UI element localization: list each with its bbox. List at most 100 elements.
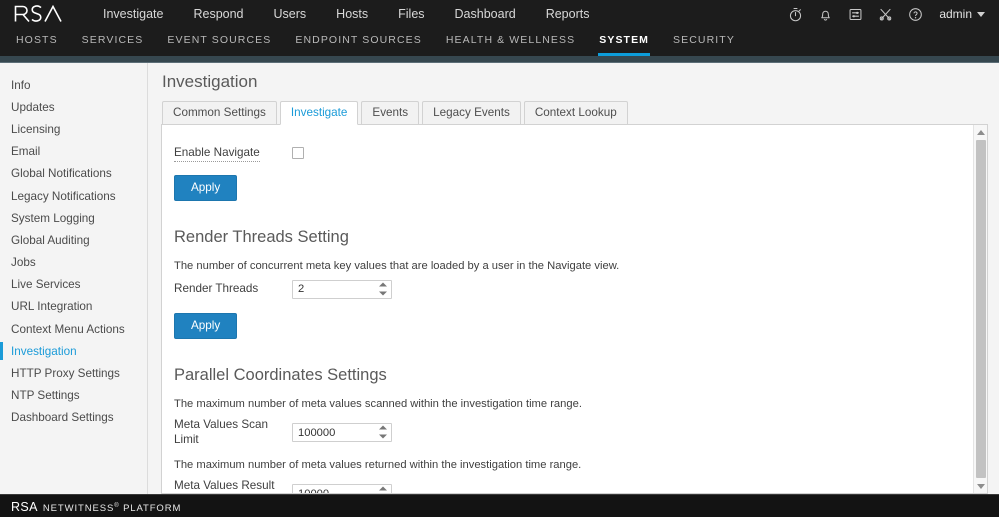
result-limit-stepper[interactable] bbox=[292, 484, 392, 494]
sidebar-item-legacy-notifications[interactable]: Legacy Notifications bbox=[0, 185, 147, 207]
page-title: Investigation bbox=[162, 72, 258, 91]
subnav-item-event-sources[interactable]: EVENT SOURCES bbox=[155, 28, 283, 56]
header-actions: admin bbox=[787, 6, 989, 22]
subnav-item-endpoint-sources[interactable]: ENDPOINT SOURCES bbox=[283, 28, 434, 56]
top-header-bar: Investigate Respond Users Hosts Files Da… bbox=[0, 0, 999, 28]
stopwatch-icon[interactable] bbox=[787, 6, 803, 22]
chevron-up-icon[interactable] bbox=[378, 282, 387, 286]
tasks-icon[interactable] bbox=[847, 6, 863, 22]
app-body: Info Updates Licensing Email Global Noti… bbox=[0, 63, 999, 494]
scan-limit-row: Meta Values Scan Limit bbox=[174, 417, 953, 447]
render-threads-apply-row: Apply bbox=[174, 313, 953, 339]
chevron-up-icon[interactable] bbox=[378, 486, 387, 491]
apply-render-threads-button[interactable]: Apply bbox=[174, 313, 238, 339]
sidebar-item-global-auditing[interactable]: Global Auditing bbox=[0, 229, 147, 251]
render-threads-label: Render Threads bbox=[174, 282, 259, 295]
scan-limit-stepper[interactable] bbox=[292, 423, 392, 442]
apply-navigate-button[interactable]: Apply bbox=[174, 175, 238, 201]
enable-navigate-label-wrap: Enable Navigate bbox=[174, 143, 292, 162]
subnav-item-security[interactable]: SECURITY bbox=[661, 28, 747, 56]
scissors-icon[interactable] bbox=[877, 6, 893, 22]
render-threads-heading: Render Threads Setting bbox=[174, 228, 349, 246]
enable-navigate-checkbox[interactable] bbox=[292, 146, 304, 159]
triangle-down-icon bbox=[976, 483, 985, 489]
result-limit-spin-arrows[interactable] bbox=[378, 486, 387, 494]
footer-product-suffix: PLATFORM bbox=[123, 503, 182, 514]
result-limit-input[interactable] bbox=[292, 484, 392, 493]
settings-form: Enable Navigate Apply Render Threads Set… bbox=[162, 125, 973, 493]
result-limit-label: Meta Values Result Limit bbox=[174, 479, 275, 492]
sidebar-item-url-integration[interactable]: URL Integration bbox=[0, 296, 147, 318]
scan-limit-description: The maximum number of meta values scanne… bbox=[174, 398, 582, 410]
panel-scrollbar[interactable] bbox=[973, 125, 987, 493]
tab-legacy-events[interactable]: Legacy Events bbox=[422, 101, 521, 125]
footer-product-name: NETWITNESS bbox=[42, 503, 115, 514]
render-threads-description: The number of concurrent meta key values… bbox=[174, 260, 620, 272]
sidebar-item-jobs[interactable]: Jobs bbox=[0, 252, 147, 274]
chevron-down-icon[interactable] bbox=[378, 291, 387, 295]
result-limit-row: Meta Values Result Limit bbox=[174, 478, 953, 493]
chevron-down-icon[interactable] bbox=[378, 434, 387, 439]
render-threads-spin-arrows[interactable] bbox=[378, 282, 387, 295]
chevron-up-icon[interactable] bbox=[378, 425, 387, 430]
sidebar-item-info[interactable]: Info bbox=[0, 74, 147, 96]
tab-events[interactable]: Events bbox=[361, 101, 420, 125]
subnav-item-hosts[interactable]: HOSTS bbox=[4, 28, 70, 56]
registered-mark-icon: ® bbox=[114, 502, 120, 509]
render-threads-row: Render Threads bbox=[174, 279, 953, 299]
sidebar-item-http-proxy-settings[interactable]: HTTP Proxy Settings bbox=[0, 362, 147, 384]
sidebar-item-dashboard-settings[interactable]: Dashboard Settings bbox=[0, 407, 147, 429]
rsa-logo[interactable] bbox=[14, 5, 62, 23]
navigate-apply-row: Apply bbox=[174, 175, 953, 201]
footer-rsa-label: RSA bbox=[11, 500, 38, 514]
sidebar-item-live-services[interactable]: Live Services bbox=[0, 274, 147, 296]
footer-brand: RSA NETWITNESS® PLATFORM bbox=[11, 500, 181, 514]
parallel-coordinates-heading: Parallel Coordinates Settings bbox=[174, 366, 387, 384]
triangle-up-icon bbox=[976, 129, 985, 135]
secondary-nav: HOSTS SERVICES EVENT SOURCES ENDPOINT SO… bbox=[0, 28, 999, 56]
render-threads-stepper[interactable] bbox=[292, 279, 392, 299]
scan-limit-spin-arrows[interactable] bbox=[378, 425, 387, 439]
bell-icon[interactable] bbox=[817, 6, 833, 22]
primary-nav: Investigate Respond Users Hosts Files Da… bbox=[88, 0, 604, 28]
sidebar-item-ntp-settings[interactable]: NTP Settings bbox=[0, 385, 147, 407]
nav-item-investigate[interactable]: Investigate bbox=[88, 0, 178, 28]
scrollbar-thumb[interactable] bbox=[975, 140, 986, 478]
tab-common-settings[interactable]: Common Settings bbox=[162, 101, 277, 125]
user-menu[interactable]: admin bbox=[939, 7, 985, 21]
sidebar-item-licensing[interactable]: Licensing bbox=[0, 118, 147, 140]
sidebar-item-updates[interactable]: Updates bbox=[0, 96, 147, 118]
user-menu-label: admin bbox=[939, 7, 972, 21]
subnav-item-services[interactable]: SERVICES bbox=[70, 28, 156, 56]
result-limit-description: The maximum number of meta values return… bbox=[174, 459, 582, 471]
scroll-up-button[interactable] bbox=[973, 125, 987, 139]
nav-item-reports[interactable]: Reports bbox=[531, 0, 605, 28]
nav-accent-strip bbox=[0, 56, 999, 63]
nav-item-dashboard[interactable]: Dashboard bbox=[440, 0, 531, 28]
subnav-item-system[interactable]: SYSTEM bbox=[587, 28, 661, 56]
sidebar-item-global-notifications[interactable]: Global Notifications bbox=[0, 163, 147, 185]
render-threads-input[interactable] bbox=[292, 279, 392, 299]
sidebar-item-investigation[interactable]: Investigation bbox=[0, 340, 147, 362]
footer-product-label: NETWITNESS® PLATFORM bbox=[43, 503, 181, 514]
help-icon[interactable] bbox=[907, 6, 923, 22]
sidebar-item-email[interactable]: Email bbox=[0, 141, 147, 163]
subnav-item-health-wellness[interactable]: HEALTH & WELLNESS bbox=[434, 28, 587, 56]
enable-navigate-label: Enable Navigate bbox=[174, 145, 260, 162]
sidebar-item-context-menu-actions[interactable]: Context Menu Actions bbox=[0, 318, 147, 340]
tab-context-lookup[interactable]: Context Lookup bbox=[523, 101, 628, 125]
scan-limit-label: Meta Values Scan Limit bbox=[174, 418, 268, 446]
chevron-down-icon bbox=[977, 11, 985, 17]
settings-tabs: Common Settings Investigate Events Legac… bbox=[161, 101, 988, 125]
tab-investigate[interactable]: Investigate bbox=[279, 101, 359, 125]
scan-limit-input[interactable] bbox=[292, 423, 392, 442]
enable-navigate-row: Enable Navigate bbox=[174, 143, 953, 162]
scroll-down-button[interactable] bbox=[973, 479, 987, 493]
nav-item-hosts[interactable]: Hosts bbox=[321, 0, 383, 28]
nav-item-users[interactable]: Users bbox=[259, 0, 322, 28]
settings-sidebar: Info Updates Licensing Email Global Noti… bbox=[0, 63, 148, 494]
app-footer: RSA NETWITNESS® PLATFORM bbox=[0, 494, 999, 517]
sidebar-item-system-logging[interactable]: System Logging bbox=[0, 207, 147, 229]
nav-item-respond[interactable]: Respond bbox=[178, 0, 258, 28]
nav-item-files[interactable]: Files bbox=[383, 0, 439, 28]
